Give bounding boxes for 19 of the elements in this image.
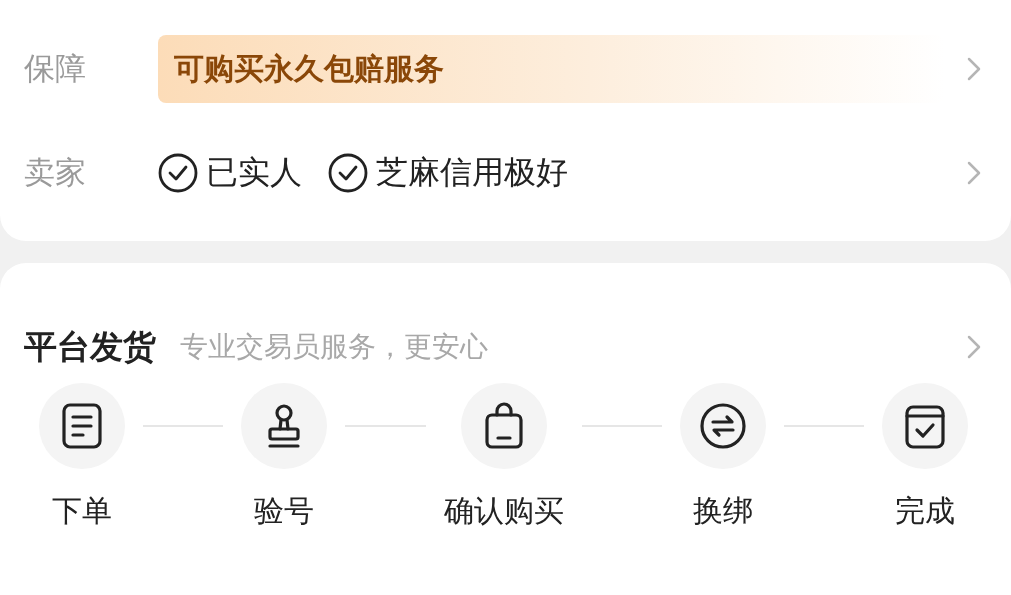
seller-tag: 芝麻信用极好 — [376, 151, 568, 195]
seller-label: 卖家 — [24, 153, 87, 192]
exchange-icon — [698, 402, 747, 450]
document-icon — [60, 402, 104, 450]
section-title: 平台发货 — [24, 325, 156, 368]
step-label: 下单 — [52, 492, 112, 530]
step-label: 验号 — [254, 492, 315, 530]
chevron-right-icon[interactable] — [967, 335, 981, 359]
chevron-right-icon[interactable] — [967, 57, 981, 81]
step-label: 确认购买 — [443, 492, 564, 530]
check-circle-icon — [158, 153, 198, 193]
guarantee-label: 保障 — [24, 49, 87, 88]
check-circle-icon — [328, 153, 368, 193]
step-label: 换绑 — [692, 492, 753, 530]
section-subtitle: 专业交易员服务，更安心 — [180, 329, 488, 365]
chevron-right-icon[interactable] — [967, 161, 981, 185]
seller-tag: 已实人 — [206, 151, 302, 195]
calendar-check-icon — [903, 402, 947, 450]
step-label: 完成 — [895, 492, 955, 530]
